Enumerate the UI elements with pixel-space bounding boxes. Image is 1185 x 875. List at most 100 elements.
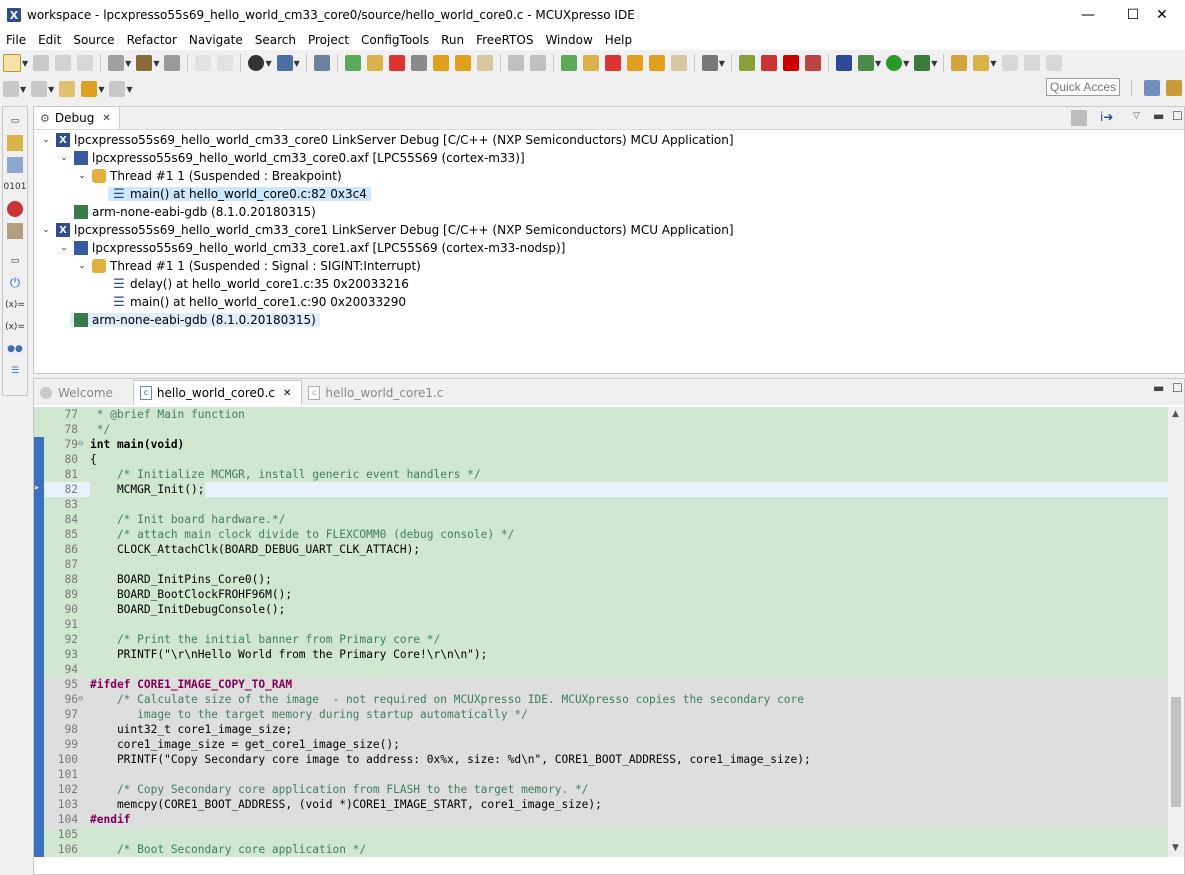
step-return-icon[interactable] [476, 55, 493, 71]
peripheral-icon[interactable] [7, 201, 23, 217]
suspend-icon[interactable] [366, 55, 383, 71]
code-line-inactive[interactable]: 101 [34, 767, 1168, 782]
menu-source[interactable]: Source [67, 33, 120, 47]
user-icon[interactable] [248, 55, 265, 71]
minimize-editor-icon[interactable]: ▬ [1153, 381, 1164, 395]
code-line[interactable]: 81 /* Initialize MCMGR, install generic … [34, 467, 1168, 482]
step-over-all-icon[interactable] [648, 55, 665, 71]
chevron-down-icon[interactable]: ▼ [126, 85, 132, 94]
code-line[interactable]: 92 /* Print the initial banner from Prim… [34, 632, 1168, 647]
code-line[interactable]: 106 /* Boot Secondary core application *… [34, 842, 1168, 857]
code-line[interactable]: 77 * @brief Main function [34, 407, 1168, 422]
tree-item[interactable]: ⌄ lpcxpresso55s69_hello_world_cm33_core1… [34, 239, 1184, 257]
chevron-down-icon[interactable]: ▼ [125, 59, 131, 68]
redo-icon[interactable] [217, 55, 234, 71]
symbol-viewer-icon[interactable] [7, 223, 23, 239]
close-icon[interactable]: ✕ [283, 388, 291, 399]
binary-icon[interactable] [164, 55, 181, 71]
mode-icon[interactable] [701, 55, 718, 71]
tab-hello-world-core0[interactable]: c hello_world_core0.c ✕ [132, 380, 303, 405]
expand-chevron-icon[interactable]: ⌄ [40, 225, 52, 235]
tree-item[interactable]: ⌄ X lpcxpresso55s69_hello_world_cm33_cor… [34, 221, 1184, 239]
menu-refactor[interactable]: Refactor [121, 33, 183, 47]
code-line[interactable]: 88 BOARD_InitPins_Core0(); [34, 572, 1168, 587]
hierarchy-icon[interactable] [7, 157, 23, 173]
outline-icon[interactable]: ☰ [7, 363, 23, 379]
chevron-down-icon[interactable]: ▼ [719, 59, 725, 68]
code-line-inactive[interactable]: 96 ⊖ /* Calculate size of the image - not… [34, 692, 1168, 707]
tab-debug[interactable]: ⚙ Debug ✕ [34, 107, 120, 129]
disconnect-icon[interactable] [410, 55, 427, 71]
chevron-down-icon[interactable]: ▼ [875, 59, 881, 68]
chevron-down-icon[interactable]: ▼ [990, 59, 996, 68]
forward-icon[interactable] [109, 81, 126, 97]
code-line[interactable]: 80{ [34, 452, 1168, 467]
code-line-inactive[interactable]: 103 memcpy(CORE1_BOOT_ADDRESS, (void *)C… [34, 797, 1168, 812]
view-menu-icon[interactable]: ▽ [1133, 111, 1140, 121]
maximize-view-icon[interactable]: ☐ [1172, 109, 1183, 123]
minimize-button[interactable]: — [1065, 0, 1111, 30]
refresh-icon[interactable] [738, 55, 755, 71]
maximize-editor-icon[interactable]: ☐ [1172, 381, 1183, 395]
code-line[interactable]: 79 ⊖ int main(void) [34, 437, 1168, 452]
chevron-down-icon[interactable]: ▼ [931, 59, 937, 68]
remove-breakpoints-icon[interactable] [804, 55, 821, 71]
menu-freertos[interactable]: FreeRTOS [470, 33, 539, 47]
code-line[interactable]: 91 [34, 617, 1168, 632]
close-button[interactable]: ✕ [1139, 0, 1185, 30]
registers-icon[interactable]: 0101 [4, 179, 27, 195]
tree-item[interactable]: ☰ main() at hello_world_core0.c:82 0x3c4 [34, 185, 1184, 203]
code-line[interactable]: 87 [34, 557, 1168, 572]
scroll-down-icon[interactable]: ▼ [1172, 843, 1179, 853]
code-line-inactive[interactable]: 100 PRINTF("Copy Secondary core image to… [34, 752, 1168, 767]
annotation-icon[interactable] [1023, 55, 1040, 71]
code-line[interactable]: 78 */ [34, 422, 1168, 437]
step-into-all-icon[interactable] [626, 55, 643, 71]
debug-config-icon[interactable] [857, 55, 874, 71]
chevron-down-icon[interactable]: ▼ [294, 59, 300, 68]
restart-icon[interactable] [529, 55, 546, 71]
menu-configtools[interactable]: ConfigTools [355, 33, 435, 47]
editor-vertical-scrollbar[interactable]: ▲ ▼ [1168, 407, 1184, 857]
project-explorer-icon[interactable] [7, 135, 23, 151]
menu-run[interactable]: Run [435, 33, 470, 47]
external-tools-icon[interactable] [914, 55, 931, 71]
tree-item[interactable]: arm-none-eabi-gdb (8.1.0.20180315) [34, 203, 1184, 221]
menu-window[interactable]: Window [539, 33, 598, 47]
code-line[interactable]: 84 /* Init board hardware.*/ [34, 512, 1168, 527]
code-line[interactable]: 90 BOARD_InitDebugConsole(); [34, 602, 1168, 617]
run-all-icon[interactable] [560, 55, 577, 71]
save-all-icon[interactable] [55, 55, 72, 71]
code-line-inactive[interactable]: 97 image to the target memory during sta… [34, 707, 1168, 722]
chevron-down-icon[interactable]: ▼ [153, 59, 159, 68]
tab-welcome[interactable]: Welcome [34, 381, 123, 405]
code-line-inactive[interactable]: 104 #endif [34, 812, 1168, 827]
code-line-inactive[interactable]: 99 core1_image_size = get_core1_image_si… [34, 737, 1168, 752]
tree-item[interactable]: ⌄ lpcxpresso55s69_hello_world_cm33_core0… [34, 149, 1184, 167]
remove-all-terminated-icon[interactable] [1071, 110, 1087, 126]
back-icon[interactable] [81, 81, 98, 97]
tree-item[interactable]: ⌄ Thread #1 1 (Suspended : Breakpoint) [34, 167, 1184, 185]
code-line[interactable]: 86 CLOCK_AttachClk(BOARD_DEBUG_UART_CLK_… [34, 542, 1168, 557]
expand-chevron-icon[interactable]: ⌄ [76, 261, 88, 271]
build-icon[interactable] [136, 55, 153, 71]
link-icon[interactable] [760, 55, 777, 71]
save-icon[interactable] [33, 55, 50, 71]
previous-annotation-icon[interactable] [31, 81, 48, 97]
code-line[interactable]: 94 [34, 662, 1168, 677]
pen-icon[interactable] [1001, 55, 1018, 71]
new-icon[interactable] [3, 54, 21, 72]
settings-icon[interactable] [108, 55, 125, 71]
step-over-icon[interactable] [454, 55, 471, 71]
chevron-down-icon[interactable]: ▼ [265, 59, 271, 68]
breakpoints-icon[interactable]: ●● [7, 341, 23, 357]
tree-item[interactable]: ☰ delay() at hello_world_core1.c:35 0x20… [34, 275, 1184, 293]
menu-help[interactable]: Help [599, 33, 638, 47]
code-line-inactive[interactable]: 95 #ifdef CORE1_IMAGE_COPY_TO_RAM [34, 677, 1168, 692]
flash-icon[interactable] [782, 55, 799, 71]
skip-breakpoints-icon[interactable] [313, 55, 330, 71]
expressions-icon[interactable]: (x)= [5, 319, 25, 335]
quick-access-input[interactable] [1046, 78, 1120, 96]
menu-project[interactable]: Project [302, 33, 355, 47]
run-icon[interactable] [886, 55, 903, 71]
